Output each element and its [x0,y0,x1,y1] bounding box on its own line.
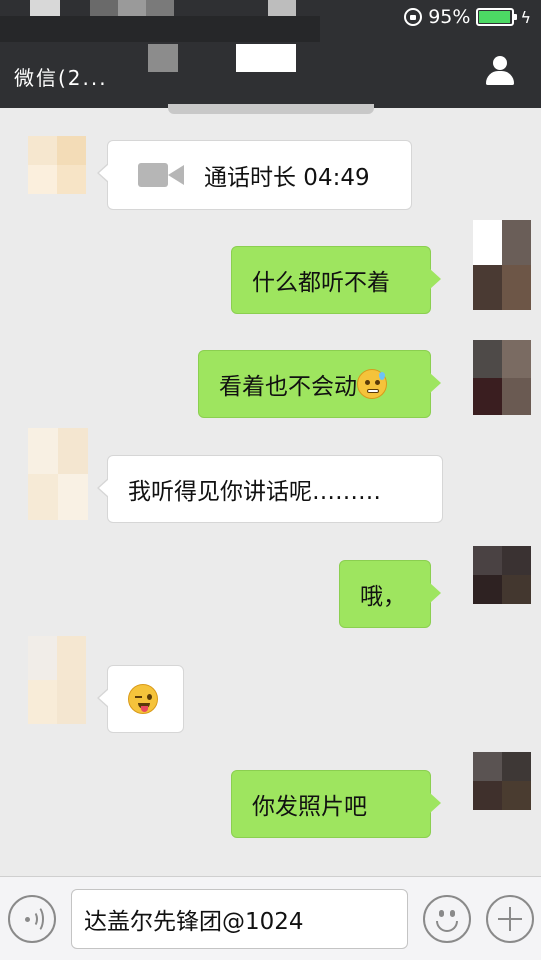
received-message-bubble[interactable]: 我听得见你讲话呢……… [97,455,443,523]
add-attachment-icon[interactable] [486,895,534,943]
message-text: 你发照片吧 [252,794,367,820]
avatar[interactable] [473,546,531,604]
blurred-area [30,0,60,16]
message-text: 哦， [360,584,406,610]
battery-percent: 95% [428,6,471,28]
avatar[interactable] [28,636,86,724]
blurred-area [146,0,174,16]
message-input[interactable]: 达盖尔先锋团@1024 [71,889,408,949]
sweat-emoji-icon [357,369,387,399]
back-button[interactable]: 微信(2... [14,62,108,91]
blurred-area [236,44,296,72]
blurred-area [0,16,320,42]
message-text: 通话时长 04:49 [204,165,370,191]
blurred-area [90,0,118,16]
message-text: 什么都听不着 [252,270,390,296]
emoji-picker-icon[interactable] [423,895,471,943]
message-text: 我听得见你讲话呢……… [128,479,381,505]
chat-info-icon[interactable] [485,56,515,86]
charging-icon: ϟ [520,7,531,27]
call-duration-bubble[interactable]: 通话时长 04:49 [97,140,412,210]
sent-message-bubble[interactable]: 什么都听不着 [231,246,441,314]
voice-input-icon[interactable] [8,895,56,943]
sent-message-bubble[interactable]: 你发照片吧 [231,770,441,838]
rotation-lock-icon [404,8,423,26]
pull-indicator [168,104,374,114]
battery-icon [476,8,518,26]
avatar[interactable] [28,136,86,194]
blurred-area [118,0,146,16]
blurred-area [268,0,296,16]
avatar[interactable] [473,752,531,810]
avatar[interactable] [28,428,88,520]
message-text: 看着也不会动 [219,374,357,400]
input-toolbar: 达盖尔先锋团@1024 [0,876,541,960]
sent-message-bubble[interactable]: 哦， [339,560,441,628]
avatar[interactable] [473,340,531,415]
blurred-area [148,44,178,72]
avatar[interactable] [473,220,531,310]
status-bar: 95% ϟ [404,6,531,28]
sent-message-bubble[interactable]: 看着也不会动 [198,350,441,418]
nav-header: 95% ϟ 微信(2... [0,0,541,108]
video-call-icon [138,162,186,188]
received-emoji-bubble[interactable] [97,665,184,733]
wink-tongue-emoji-icon [128,684,158,714]
